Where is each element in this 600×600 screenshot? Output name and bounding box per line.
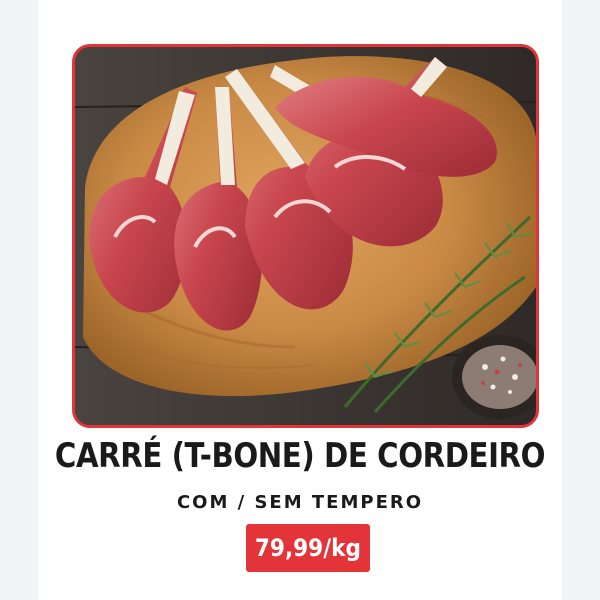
price-label: 79,99/kg	[254, 534, 362, 562]
price-badge: 79,99/kg	[246, 524, 370, 572]
lamb-rack-photo-icon	[75, 47, 536, 425]
product-variant: COM / SEM TEMPERO	[176, 492, 424, 513]
product-photo	[72, 44, 539, 428]
product-card: CARRÉ (T-BONE) DE CORDEIRO COM / SEM TEM…	[0, 0, 600, 600]
product-title: CARRÉ (T-BONE) DE CORDEIRO	[54, 436, 546, 476]
